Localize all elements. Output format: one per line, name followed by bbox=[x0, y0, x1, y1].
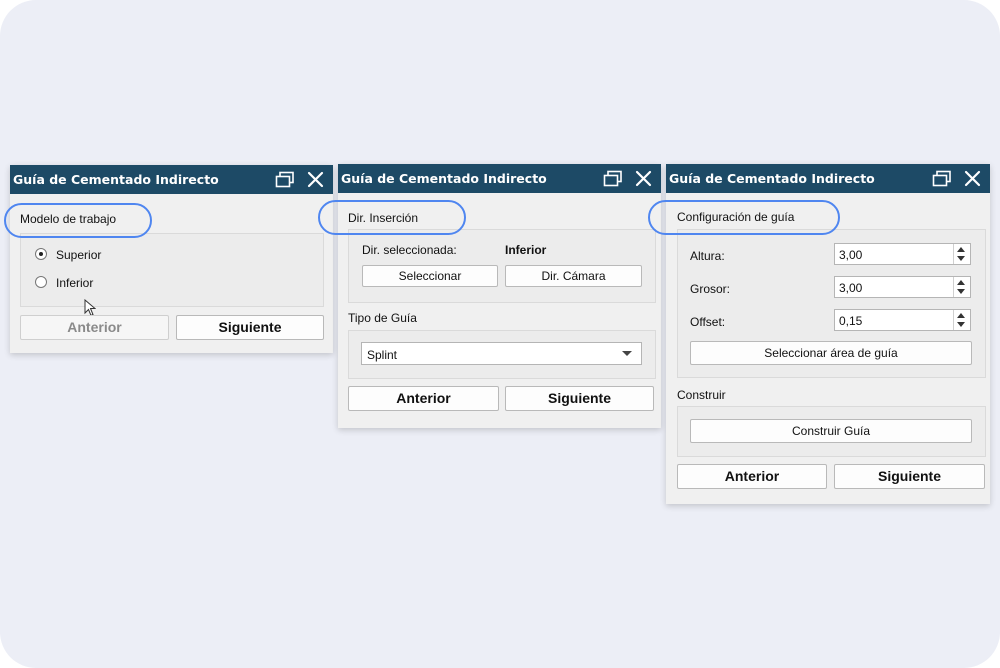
radio-superior[interactable] bbox=[35, 248, 47, 260]
panel-work-model: Guía de Cementado Indirecto Modelo de tr… bbox=[10, 165, 333, 353]
window-title: Guía de Cementado Indirecto bbox=[669, 171, 875, 186]
section-label: Configuración de guía bbox=[677, 210, 795, 224]
restore-window-icon[interactable] bbox=[932, 170, 952, 188]
next-button[interactable]: Siguiente bbox=[834, 464, 985, 489]
window-title: Guía de Cementado Indirecto bbox=[13, 172, 219, 187]
title-bar[interactable]: Guía de Cementado Indirecto bbox=[10, 165, 333, 194]
selected-direction-label: Dir. seleccionada: bbox=[362, 243, 457, 257]
title-bar[interactable]: Guía de Cementado Indirecto bbox=[338, 164, 661, 193]
spin-arrows-icon[interactable] bbox=[953, 277, 970, 297]
thickness-value: 3,00 bbox=[839, 281, 863, 295]
section-label: Dir. Inserción bbox=[348, 211, 419, 225]
build-guide-button[interactable]: Construir Guía bbox=[690, 419, 972, 443]
selected-direction-value: Inferior bbox=[505, 243, 547, 257]
offset-value: 0,15 bbox=[839, 314, 863, 328]
panel-guide-configuration: Guía de Cementado Indirecto Configuració… bbox=[666, 164, 990, 504]
guide-type-select[interactable]: Splint bbox=[361, 342, 642, 365]
thickness-label: Grosor: bbox=[690, 282, 731, 296]
select-direction-button[interactable]: Seleccionar bbox=[362, 265, 498, 287]
guide-type-value: Splint bbox=[367, 348, 398, 362]
select-guide-area-button[interactable]: Seleccionar área de guía bbox=[690, 341, 972, 365]
guide-type-label: Tipo de Guía bbox=[348, 311, 417, 325]
next-button[interactable]: Siguiente bbox=[176, 315, 324, 340]
thickness-spinbox[interactable]: 3,00 bbox=[834, 276, 971, 298]
next-button[interactable]: Siguiente bbox=[505, 386, 654, 411]
spin-arrows-icon[interactable] bbox=[953, 244, 970, 264]
restore-window-icon[interactable] bbox=[603, 170, 623, 188]
restore-window-icon[interactable] bbox=[275, 171, 295, 189]
radio-inferior-label: Inferior bbox=[56, 276, 94, 290]
title-bar[interactable]: Guía de Cementado Indirecto bbox=[666, 164, 990, 193]
section-label: Modelo de trabajo bbox=[20, 212, 117, 226]
window-title: Guía de Cementado Indirecto bbox=[341, 171, 547, 186]
chevron-down-icon bbox=[622, 351, 632, 356]
radio-superior-label: Superior bbox=[56, 248, 102, 262]
close-icon[interactable] bbox=[635, 170, 652, 187]
close-icon[interactable] bbox=[964, 170, 981, 187]
height-value: 3,00 bbox=[839, 248, 863, 262]
offset-spinbox[interactable]: 0,15 bbox=[834, 309, 971, 331]
prev-button[interactable]: Anterior bbox=[20, 315, 169, 340]
panel-insertion-direction: Guía de Cementado Indirecto Dir. Inserci… bbox=[338, 164, 661, 428]
close-icon[interactable] bbox=[307, 171, 324, 188]
height-label: Altura: bbox=[690, 249, 725, 263]
prev-button[interactable]: Anterior bbox=[348, 386, 499, 411]
build-section-label: Construir bbox=[677, 388, 726, 402]
offset-label: Offset: bbox=[690, 315, 726, 329]
prev-button[interactable]: Anterior bbox=[677, 464, 827, 489]
radio-group bbox=[20, 233, 324, 307]
radio-inferior[interactable] bbox=[35, 276, 47, 288]
camera-direction-button[interactable]: Dir. Cámara bbox=[505, 265, 642, 287]
height-spinbox[interactable]: 3,00 bbox=[834, 243, 971, 265]
spin-arrows-icon[interactable] bbox=[953, 310, 970, 330]
